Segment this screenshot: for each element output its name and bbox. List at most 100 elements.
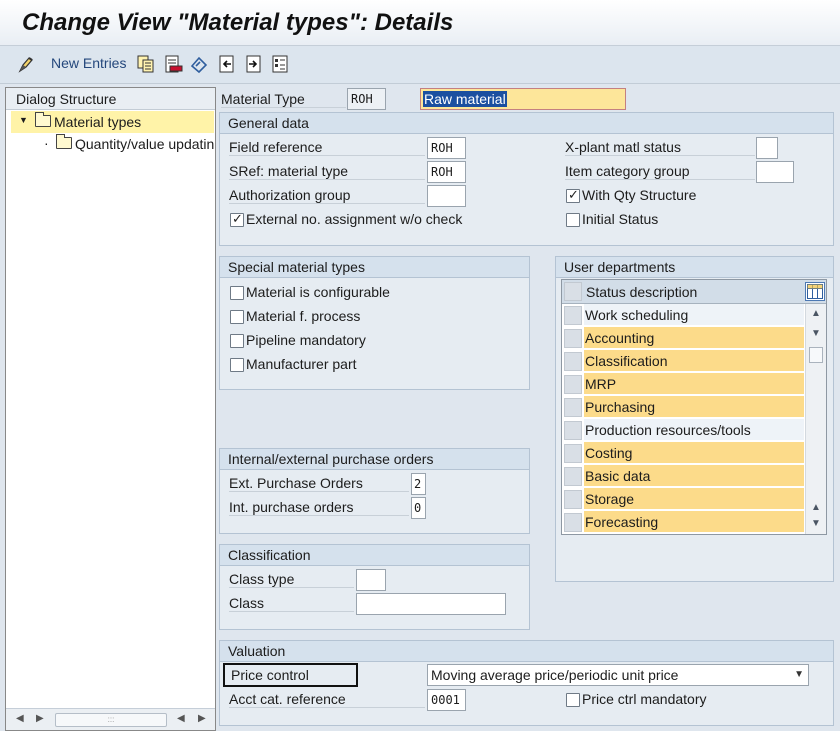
next-entry-icon[interactable] bbox=[244, 54, 264, 74]
dialog-structure-panel: Dialog Structure ▼ Material types · Quan… bbox=[5, 87, 216, 731]
table-row[interactable]: Basic data bbox=[562, 465, 805, 488]
material-f-process-checkbox[interactable] bbox=[230, 310, 244, 324]
xplant-status-input[interactable] bbox=[756, 137, 778, 159]
price-control-value: Moving average price/periodic unit price bbox=[431, 667, 679, 683]
scroll-down-icon[interactable]: ▼ bbox=[811, 328, 821, 339]
scroll-thumb[interactable] bbox=[809, 347, 823, 363]
purchase-orders-group: Internal/external purchase orders Ext. P… bbox=[219, 448, 530, 534]
class-type-label: Class type bbox=[229, 571, 354, 588]
scroll-left-icon[interactable]: ◀ bbox=[177, 713, 185, 724]
item-category-group-input[interactable] bbox=[756, 161, 794, 183]
folder-open-icon bbox=[35, 112, 51, 127]
with-qty-structure-checkbox[interactable] bbox=[566, 187, 580, 203]
tree-item-material-types[interactable]: ▼ Material types bbox=[11, 111, 214, 133]
table-row[interactable]: Work scheduling bbox=[562, 304, 805, 327]
selected-text: Raw material bbox=[423, 91, 507, 107]
chevron-down-icon[interactable]: ▼ bbox=[794, 665, 804, 685]
sref-material-type-label: SRef: material type bbox=[229, 163, 425, 180]
external-no-assignment-checkbox[interactable] bbox=[230, 211, 244, 227]
table-cell: Accounting bbox=[584, 327, 804, 349]
dialog-structure-header: Dialog Structure bbox=[6, 88, 215, 110]
pipeline-mandatory-label: Pipeline mandatory bbox=[246, 332, 366, 348]
table-row[interactable]: Costing bbox=[562, 442, 805, 465]
table-row[interactable]: Accounting bbox=[562, 327, 805, 350]
price-control-dropdown[interactable]: Moving average price/periodic unit price… bbox=[427, 664, 809, 686]
with-qty-structure-label: With Qty Structure bbox=[582, 187, 697, 203]
row-selector[interactable] bbox=[564, 467, 582, 486]
row-selector[interactable] bbox=[564, 306, 582, 325]
acct-cat-reference-input[interactable]: 0001 bbox=[427, 689, 466, 711]
manufacturer-part-label: Manufacturer part bbox=[246, 356, 357, 372]
table-cell: Forecasting bbox=[584, 511, 804, 533]
ext-purchase-orders-input[interactable]: 2 bbox=[411, 473, 426, 495]
row-selector[interactable] bbox=[564, 352, 582, 371]
row-selector[interactable] bbox=[564, 329, 582, 348]
table-cell: Basic data bbox=[584, 465, 804, 487]
scroll-thumb[interactable]: ::: bbox=[55, 713, 167, 727]
scroll-down-icon[interactable]: ▼ bbox=[811, 518, 821, 529]
row-selector[interactable] bbox=[564, 444, 582, 463]
class-type-input[interactable] bbox=[356, 569, 386, 591]
tree-item-quantity-value[interactable]: · Quantity/value updatin bbox=[11, 133, 214, 155]
previous-entry-icon[interactable] bbox=[217, 54, 237, 74]
row-selector[interactable] bbox=[564, 513, 582, 532]
group-title: Valuation bbox=[228, 643, 286, 659]
row-selector[interactable] bbox=[564, 398, 582, 417]
table-cell: Classification bbox=[584, 350, 804, 372]
row-selector[interactable] bbox=[564, 490, 582, 509]
table-row[interactable]: MRP bbox=[562, 373, 805, 396]
table-vertical-scrollbar[interactable]: ▲ ▼ ▲ ▼ bbox=[805, 304, 826, 534]
copy-icon[interactable] bbox=[136, 54, 156, 74]
pipeline-mandatory-checkbox[interactable] bbox=[230, 334, 244, 348]
field-reference-input[interactable]: ROH bbox=[427, 137, 466, 159]
page-title: Change View "Material types": Details bbox=[22, 9, 454, 36]
class-input[interactable] bbox=[356, 593, 506, 615]
int-purchase-orders-input[interactable]: 0 bbox=[411, 497, 426, 519]
select-all-cell[interactable] bbox=[564, 282, 582, 301]
material-type-code-field: ROH bbox=[347, 88, 386, 110]
scroll-up-icon[interactable]: ▲ bbox=[811, 502, 821, 513]
expand-arrow-icon[interactable]: ▼ bbox=[19, 115, 28, 125]
table-row[interactable]: Forecasting bbox=[562, 511, 805, 534]
price-ctrl-mandatory-label: Price ctrl mandatory bbox=[582, 691, 707, 707]
table-row[interactable]: Classification bbox=[562, 350, 805, 373]
scroll-right-icon[interactable]: ▶ bbox=[36, 713, 44, 724]
table-cell: Costing bbox=[584, 442, 804, 464]
table-cell: Production resources/tools bbox=[584, 419, 804, 441]
dialog-horizontal-scrollbar[interactable]: ◀ ▶ ::: ◀ ▶ bbox=[6, 708, 215, 730]
title-bar: Change View "Material types": Details bbox=[0, 0, 840, 46]
display-change-icon[interactable] bbox=[17, 54, 37, 74]
table-row[interactable]: Storage bbox=[562, 488, 805, 511]
select-all-icon[interactable] bbox=[270, 54, 290, 74]
material-configurable-checkbox[interactable] bbox=[230, 286, 244, 300]
scroll-right-icon[interactable]: ▶ bbox=[198, 713, 206, 724]
table-row[interactable]: Purchasing bbox=[562, 396, 805, 419]
group-header: Internal/external purchase orders bbox=[220, 449, 529, 470]
initial-status-checkbox[interactable] bbox=[566, 213, 580, 227]
group-title: Classification bbox=[228, 547, 311, 563]
sref-material-type-input[interactable]: ROH bbox=[427, 161, 466, 183]
scroll-left-icon[interactable]: ◀ bbox=[16, 713, 24, 724]
classification-group: Classification Class type Class bbox=[219, 544, 530, 630]
tree-item-label: Material types bbox=[54, 114, 142, 130]
table-cell: Work scheduling bbox=[584, 304, 804, 326]
row-selector[interactable] bbox=[564, 421, 582, 440]
authorization-group-label: Authorization group bbox=[229, 187, 425, 204]
price-ctrl-mandatory-checkbox[interactable] bbox=[566, 693, 580, 707]
undo-icon[interactable] bbox=[189, 54, 209, 74]
xplant-status-label: X-plant matl status bbox=[565, 139, 755, 156]
material-type-description-field[interactable]: Raw material bbox=[420, 88, 626, 110]
row-selector[interactable] bbox=[564, 375, 582, 394]
column-header-status-description[interactable]: Status description bbox=[586, 284, 697, 300]
scroll-up-icon[interactable]: ▲ bbox=[811, 308, 821, 319]
group-title: Special material types bbox=[228, 259, 365, 275]
table-row[interactable]: Production resources/tools bbox=[562, 419, 805, 442]
table-cell: MRP bbox=[584, 373, 804, 395]
new-entries-button[interactable]: New Entries bbox=[51, 55, 126, 71]
delete-icon[interactable] bbox=[163, 54, 183, 74]
group-header: Special material types bbox=[220, 257, 529, 278]
table-settings-icon[interactable] bbox=[805, 282, 825, 301]
table-cell: Purchasing bbox=[584, 396, 804, 418]
manufacturer-part-checkbox[interactable] bbox=[230, 358, 244, 372]
authorization-group-input[interactable] bbox=[427, 185, 466, 207]
